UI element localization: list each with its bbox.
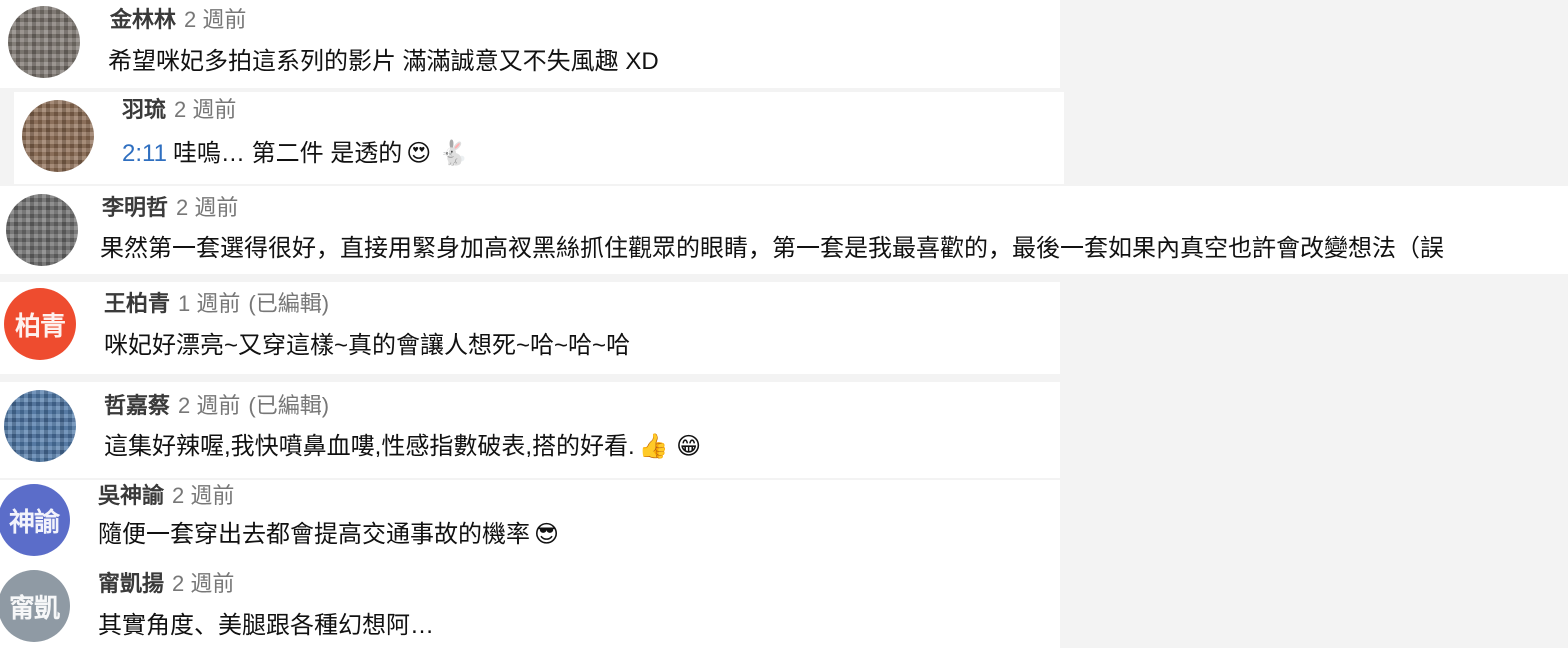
comment-time[interactable]: 1 週前 [178, 290, 240, 318]
comment-text: 隨便一套穿出去都會提高交通事故的機率 😎 [98, 518, 559, 551]
comment-body: 隨便一套穿出去都會提高交通事故的機率 [98, 521, 530, 548]
comment-body: 果然第一套選得很好，直接用緊身加高衩黑絲抓住觀眾的眼睛，第一套是我最喜歡的，最後… [100, 235, 1444, 262]
comment-meta: 王柏青 1 週前 (已編輯) [104, 290, 329, 318]
author-name[interactable]: 羽琉 [122, 96, 166, 124]
comment-body: 其實角度、美腿跟各種幻想阿… [98, 612, 434, 639]
comment-body: 咪妃好漂亮~又穿這樣~真的會讓人想死~哈~哈~哈 [104, 332, 631, 359]
comment-meta: 吳神諭 2 週前 [98, 482, 234, 510]
comment-meta: 哲嘉蔡 2 週前 (已編輯) [104, 392, 329, 420]
author-name[interactable]: 甯凱揚 [98, 570, 164, 598]
comment-item: 金林林 2 週前 希望咪妃多拍這系列的影片 滿滿誠意又不失風趣 XD [0, 0, 1060, 88]
comment-time[interactable]: 2 週前 [178, 392, 240, 420]
comment-item: 柏青 王柏青 1 週前 (已編輯) 咪妃好漂亮~又穿這樣~真的會讓人想死~哈~哈… [0, 282, 1060, 374]
comment-time[interactable]: 2 週前 [184, 6, 246, 34]
comment-item: 李明哲 2 週前 果然第一套選得很好，直接用緊身加高衩黑絲抓住觀眾的眼睛，第一套… [0, 186, 1568, 274]
avatar[interactable]: 柏青 [4, 288, 76, 360]
edited-label: (已編輯) [248, 393, 330, 418]
comment-body: 這集好辣喔,我快噴鼻血嘍,性感指數破表,搭的好看. [104, 433, 635, 460]
comment-time[interactable]: 2 週前 [172, 570, 234, 598]
avatar[interactable] [6, 194, 78, 266]
comment-meta: 金林林 2 週前 [110, 6, 246, 34]
author-name[interactable]: 哲嘉蔡 [104, 392, 170, 420]
emoji-icon: 😍 🐇 [406, 139, 469, 167]
emoji-icon: 😎 [534, 520, 560, 548]
comment-text: 2:11 哇嗚… 第二件 是透的 😍 🐇 [122, 137, 469, 170]
avatar-initials: 神諭 [8, 507, 60, 538]
avatar-initials: 柏青 [14, 311, 66, 342]
comment-body: 哇嗚… 第二件 是透的 [172, 140, 403, 167]
comment-text: 希望咪妃多拍這系列的影片 滿滿誠意又不失風趣 XD [108, 46, 659, 78]
comment-item: 神諭 吳神諭 2 週前 隨便一套穿出去都會提高交通事故的機率 😎 [0, 480, 1060, 566]
comment-item: 羽琉 2 週前 2:11 哇嗚… 第二件 是透的 😍 🐇 [14, 92, 1064, 184]
comment-item: 甯凱 甯凱揚 2 週前 其實角度、美腿跟各種幻想阿… [0, 566, 1060, 648]
author-name[interactable]: 李明哲 [102, 194, 168, 222]
comment-text: 果然第一套選得很好，直接用緊身加高衩黑絲抓住觀眾的眼睛，第一套是我最喜歡的，最後… [100, 233, 1444, 265]
avatar[interactable] [4, 390, 76, 462]
comment-text: 其實角度、美腿跟各種幻想阿… [98, 610, 434, 642]
comment-meta: 李明哲 2 週前 [102, 194, 238, 222]
author-name[interactable]: 吳神諭 [98, 482, 164, 510]
edited-label: (已編輯) [248, 291, 330, 316]
comment-text: 這集好辣喔,我快噴鼻血嘍,性感指數破表,搭的好看. 👍 😁 [104, 430, 701, 463]
comment-time[interactable]: 2 週前 [174, 96, 236, 124]
author-name[interactable]: 王柏青 [104, 290, 170, 318]
video-timestamp-link[interactable]: 2:11 [122, 140, 167, 167]
author-name[interactable]: 金林林 [110, 6, 176, 34]
avatar-initials: 甯凱 [8, 593, 60, 624]
emoji-icon: 👍 😁 [638, 432, 702, 460]
comment-item: 哲嘉蔡 2 週前 (已編輯) 這集好辣喔,我快噴鼻血嘍,性感指數破表,搭的好看.… [0, 382, 1060, 478]
comment-body: 希望咪妃多拍這系列的影片 滿滿誠意又不失風趣 XD [108, 48, 659, 75]
avatar[interactable]: 神諭 [0, 484, 70, 556]
comment-time[interactable]: 2 週前 [176, 194, 238, 222]
comment-meta: 羽琉 2 週前 [122, 96, 236, 124]
avatar[interactable] [8, 6, 80, 78]
comment-text: 咪妃好漂亮~又穿這樣~真的會讓人想死~哈~哈~哈 [104, 330, 630, 362]
avatar[interactable] [22, 100, 94, 172]
comment-time[interactable]: 2 週前 [172, 482, 234, 510]
comment-meta: 甯凱揚 2 週前 [98, 570, 234, 598]
avatar[interactable]: 甯凱 [0, 570, 70, 642]
